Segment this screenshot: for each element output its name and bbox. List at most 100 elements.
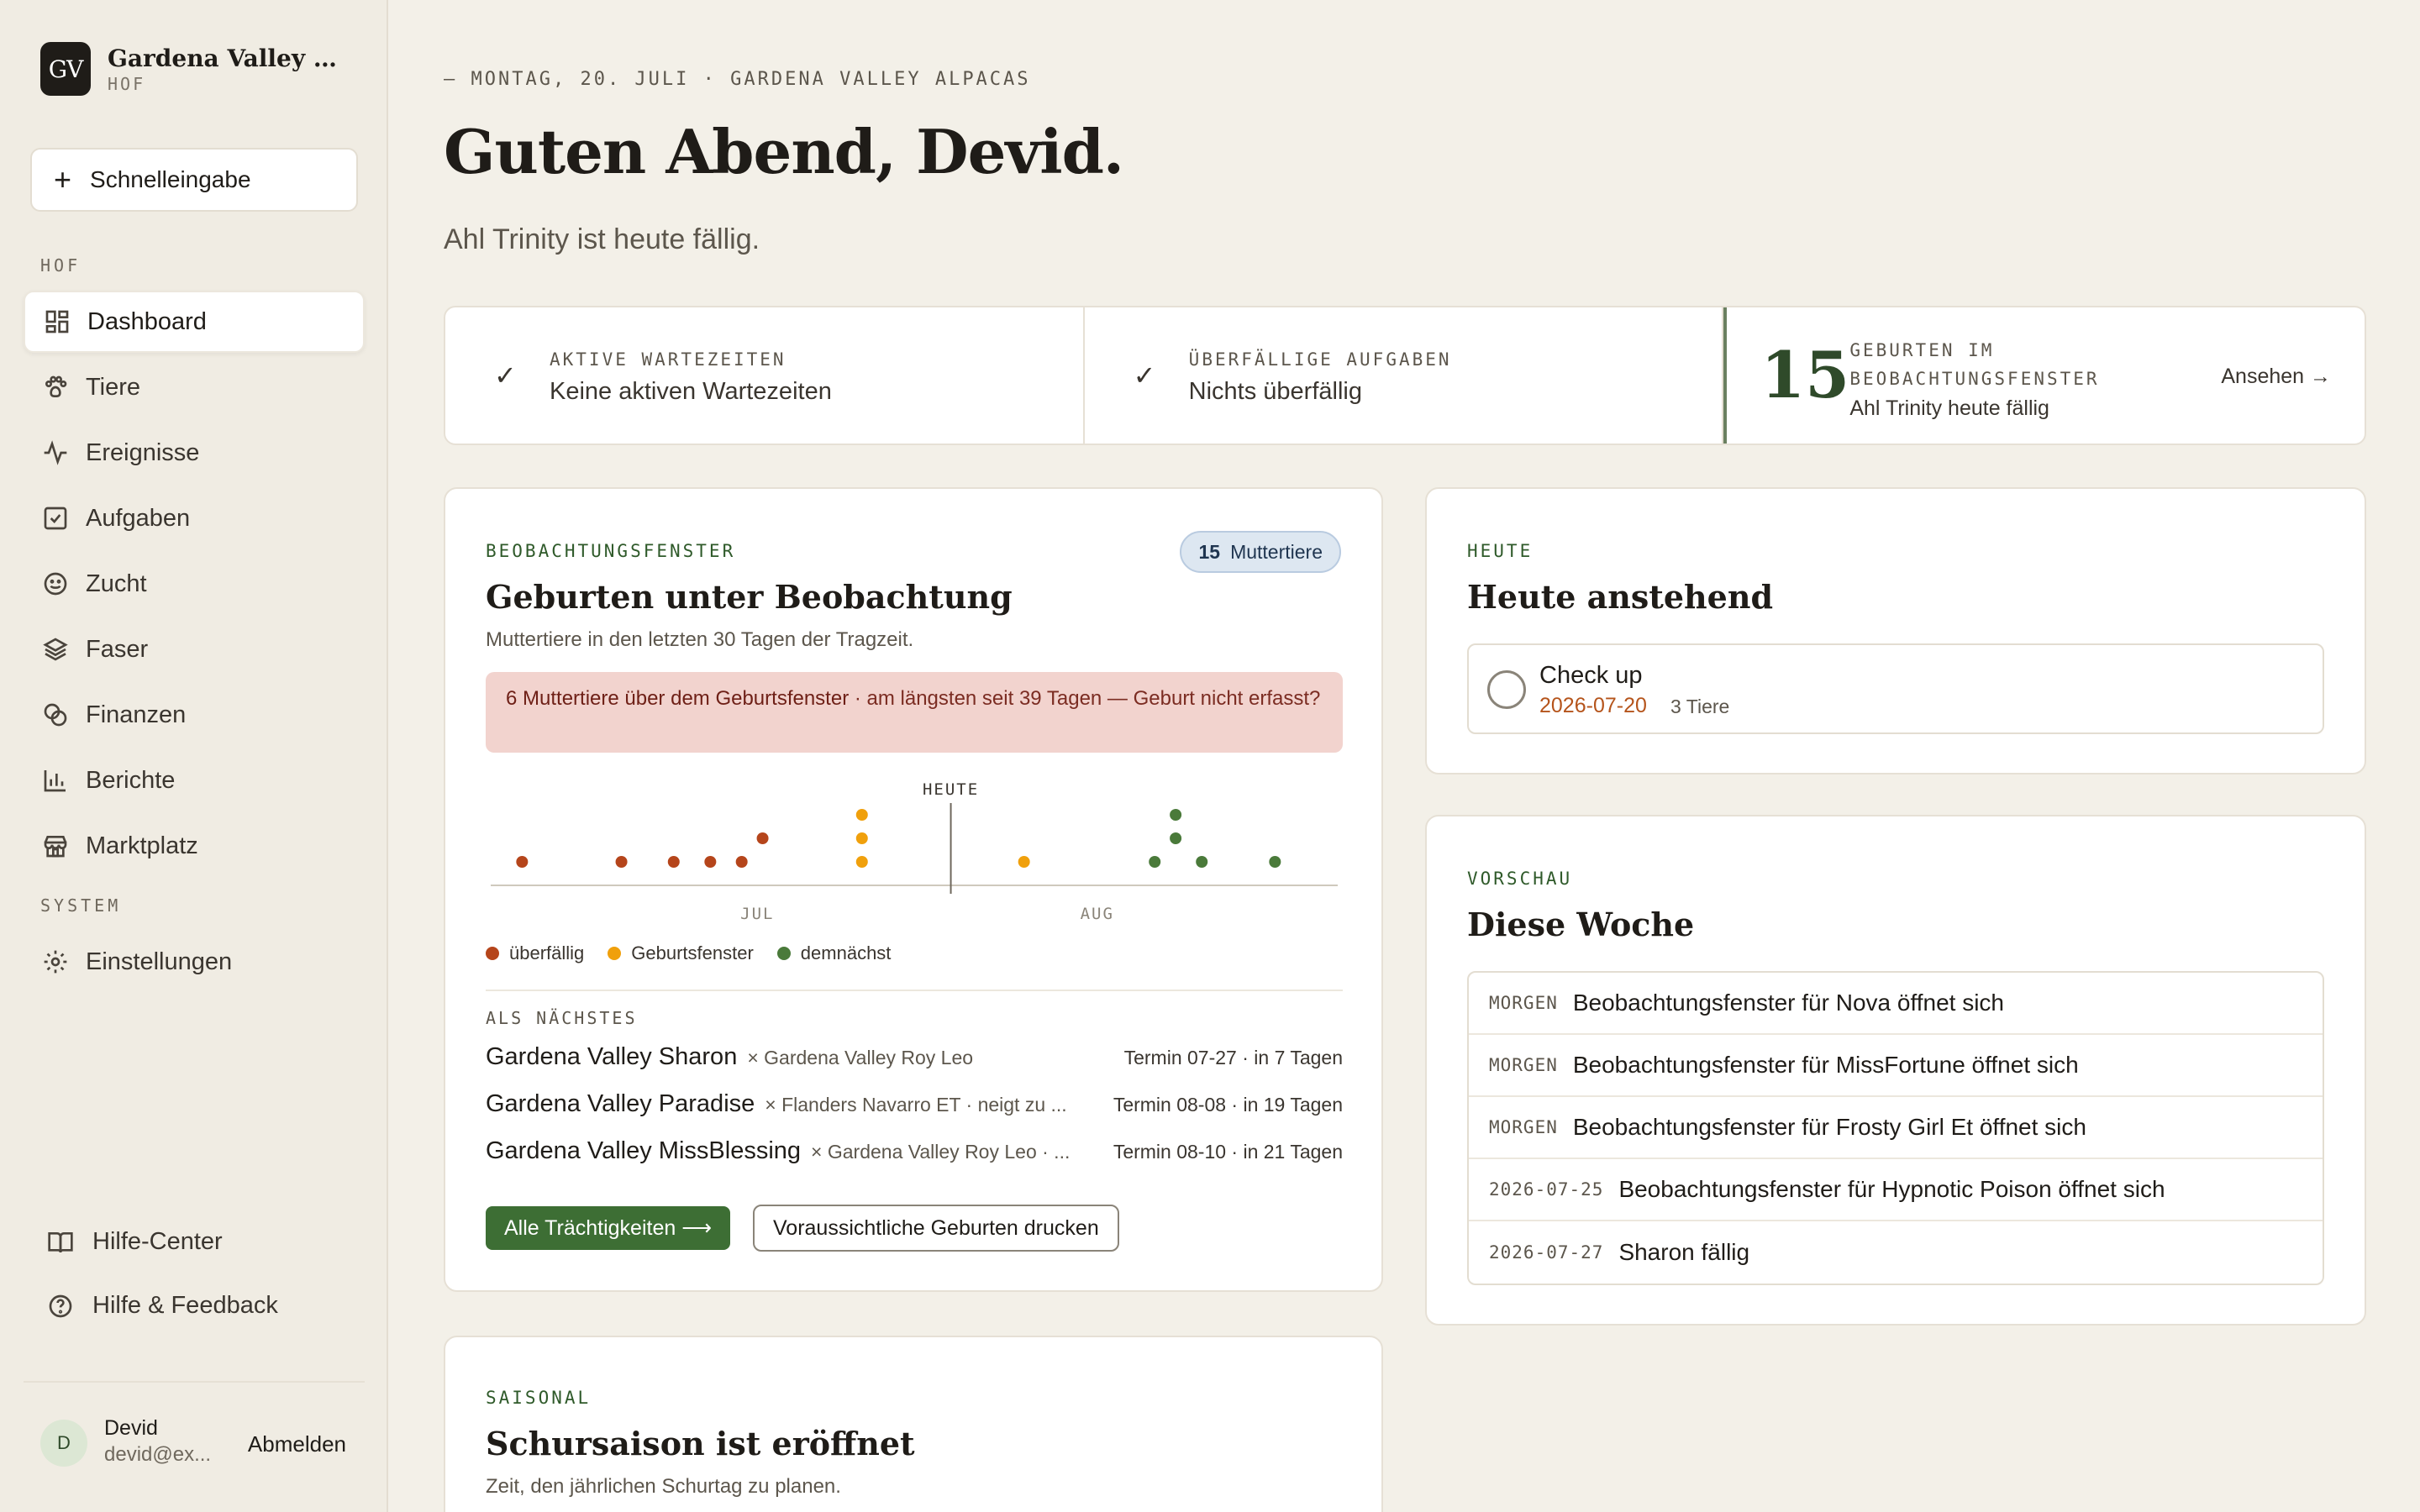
card-eyebrow: BEOBACHTUNGSFENSTER [486, 541, 736, 561]
card-title: Heute anstehend [1467, 578, 1774, 616]
sidebar-item-faser[interactable]: Faser [24, 618, 365, 680]
user-box: D Devid devid@ex... Abmelden [24, 1381, 365, 1505]
stat-active-waits[interactable]: ✓ AKTIVE WARTEZEITEN Keine aktiven Warte… [445, 307, 1085, 444]
sidebar-item-dashboard[interactable]: Dashboard [24, 291, 365, 353]
seasonal-card: SAISONAL Schursaison ist eröffnet Zeit, … [444, 1336, 1383, 1512]
chart-point[interactable] [1149, 856, 1161, 868]
stat-label: GEBURTEN IM BEOBACHTUNGSFENSTER [1849, 340, 2100, 389]
quick-entry-button[interactable]: + Schnelleingabe [30, 148, 358, 212]
chart-point[interactable] [1269, 856, 1281, 868]
page-title: Guten Abend, Devid. [444, 116, 1124, 187]
week-row[interactable]: 2026-07-25 Beobachtungsfenster für Hypnot… [1469, 1159, 2323, 1221]
user-name: Devid [104, 1416, 158, 1440]
stat-overdue-tasks[interactable]: ✓ ÜBERFÄLLIGE AUFGABEN Nichts überfällig [1085, 307, 1724, 444]
task-item[interactable]: Check up 2026-07-20 3 Tiere [1467, 643, 2324, 734]
week-row[interactable]: 2026-07-27 Sharon fällig [1469, 1221, 2323, 1284]
brand[interactable]: GV Gardena Valley Alp... HOF [40, 42, 351, 96]
view-births-link[interactable]: Ansehen → [2221, 365, 2331, 389]
sidebar-item-berichte[interactable]: Berichte [24, 749, 365, 811]
chart-point[interactable] [735, 856, 748, 868]
overdue-alert[interactable]: 6 Muttertiere über dem Geburtsfenster · … [486, 672, 1343, 753]
sidebar-item-label: Einstellungen [86, 948, 233, 975]
list-item[interactable]: Gardena Valley Paradise × Flanders Navar… [486, 1090, 1343, 1124]
week-row[interactable]: MORGEN Beobachtungsfenster für MissFortun… [1469, 1035, 2323, 1097]
chart-point[interactable] [1018, 856, 1030, 868]
chart-point[interactable] [1196, 856, 1208, 868]
sidebar-item-label: Finanzen [86, 701, 187, 728]
chart-point[interactable] [1170, 809, 1182, 821]
brand-logo: GV [40, 42, 91, 96]
legend-dot [486, 947, 499, 960]
dashboard-icon [44, 308, 71, 335]
print-births-button[interactable]: Voraussichtliche Geburten drucken [753, 1205, 1119, 1252]
date-line: — MONTAG, 20. JULI · GARDENA VALLEY ALPA… [444, 69, 1031, 90]
week-row-when: 2026-07-25 [1489, 1179, 1604, 1200]
page-subtitle: Ahl Trinity ist heute fällig. [444, 223, 760, 255]
week-list: MORGEN Beobachtungsfenster für Nova öffne… [1467, 971, 2324, 1285]
sidebar-item-label: Aufgaben [86, 504, 191, 532]
list-item[interactable]: Gardena Valley Sharon × Gardena Valley R… [486, 1043, 1343, 1077]
due-term: Termin 07-27 · in 7 Tagen [1123, 1047, 1343, 1068]
chart-point[interactable] [1170, 832, 1182, 844]
checkbox-icon [42, 505, 69, 532]
gear-icon [42, 948, 69, 975]
divider [486, 990, 1343, 991]
sidebar-item-einstellungen[interactable]: Einstellungen [24, 931, 365, 993]
sidebar-item-ereignisse[interactable]: Ereignisse [24, 422, 365, 484]
brand-name: Gardena Valley Alp... [108, 44, 351, 72]
activity-icon [42, 439, 69, 466]
chart-today-group: HEUTE [923, 780, 977, 894]
stat-births[interactable]: 15 GEBURTEN IM BEOBACHTUNGSFENSTER Ahl T… [1723, 307, 2365, 444]
stat-births-number: 15 [1760, 338, 1850, 412]
week-row-when: MORGEN [1489, 1117, 1558, 1137]
sidebar-item-finanzen[interactable]: Finanzen [24, 684, 365, 746]
logout-button[interactable]: Abmelden [248, 1431, 346, 1457]
sidebar-item-label: Dashboard [87, 307, 207, 335]
help-feedback-label: Hilfe & Feedback [92, 1292, 278, 1319]
dam-name: Gardena Valley Sharon [486, 1043, 738, 1070]
legend-dot [776, 947, 791, 960]
week-row-when: MORGEN [1489, 993, 1558, 1013]
task-count: 3 Tiere [1670, 696, 1730, 717]
week-row-when: MORGEN [1489, 1055, 1558, 1075]
week-row[interactable]: MORGEN Beobachtungsfenster für Frosty Gir… [1469, 1097, 2323, 1159]
chart-point[interactable] [667, 856, 680, 868]
chart-point[interactable] [855, 832, 868, 844]
sire-name: × Gardena Valley Roy Leo · ... [811, 1141, 1071, 1163]
list-item[interactable]: Gardena Valley MissBlessing × Gardena Va… [486, 1137, 1343, 1171]
chart-point[interactable] [704, 856, 717, 868]
next-label: ALS NÄCHSTES [486, 1008, 638, 1028]
observation-card: BEOBACHTUNGSFENSTER 15 Muttertiere Gebur… [444, 487, 1383, 1292]
birth-window-chart: HEUTE JUL AUG [491, 780, 1338, 923]
brand-sub: HOF [108, 73, 146, 94]
sidebar-item-label: Zucht [86, 570, 147, 597]
card-subtitle: Zeit, den jährlichen Schurtag zu planen. [486, 1475, 841, 1498]
week-row-text: Beobachtungsfenster für Hypnotic Poison … [1618, 1176, 2165, 1202]
help-circle-icon [47, 1293, 74, 1320]
task-checkbox[interactable] [1487, 670, 1526, 709]
chart-point[interactable] [516, 856, 529, 868]
sidebar-item-zucht[interactable]: Zucht [24, 553, 365, 615]
stats-bar: ✓ AKTIVE WARTEZEITEN Keine aktiven Warte… [444, 306, 2366, 445]
help-center-link[interactable]: Hilfe-Center [47, 1228, 223, 1256]
user-email: devid@ex... [104, 1443, 212, 1466]
chart-point[interactable] [855, 809, 868, 821]
week-row-text: Beobachtungsfenster für MissFortune öffn… [1572, 1052, 2079, 1078]
avatar[interactable]: D [40, 1420, 87, 1467]
sidebar-item-tiere[interactable]: Tiere [24, 356, 365, 418]
chart-ticks: JUL AUG [740, 905, 1113, 923]
chart-legend: überfällig Geburtsfenster demnächst [486, 942, 914, 964]
all-pregnancies-button[interactable]: Alle Trächtigkeiten ⟶ [486, 1206, 731, 1250]
sidebar: GV Gardena Valley Alp... HOF + Schnellei… [0, 0, 388, 1512]
week-row[interactable]: MORGEN Beobachtungsfenster für Nova öffne… [1469, 973, 2323, 1035]
legend-dot [608, 947, 622, 960]
chart-point[interactable] [756, 832, 769, 844]
chart-point[interactable] [615, 856, 628, 868]
help-feedback-link[interactable]: Hilfe & Feedback [47, 1292, 278, 1320]
sidebar-item-aufgaben[interactable]: Aufgaben [24, 487, 365, 549]
alert-strong: 6 Muttertiere über dem Geburtsfenster [506, 687, 850, 710]
dam-name: Gardena Valley MissBlessing [486, 1137, 802, 1164]
sidebar-item-marktplatz[interactable]: Marktplatz [24, 815, 365, 877]
chart-point[interactable] [855, 856, 868, 868]
mothers-count-badge[interactable]: 15 Muttertiere [1180, 531, 1341, 573]
